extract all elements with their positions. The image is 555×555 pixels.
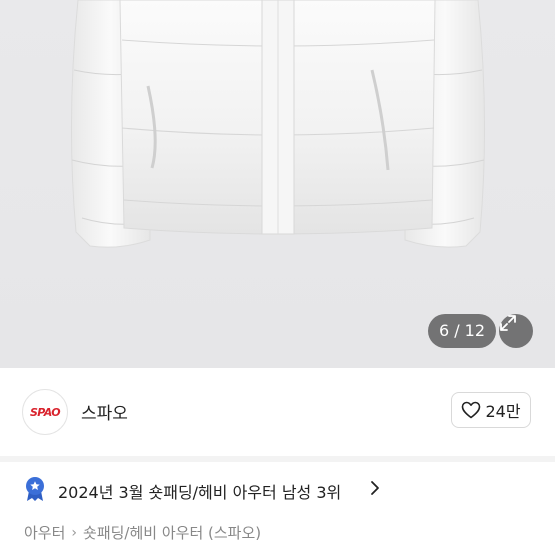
image-counter: 6 / 12 bbox=[428, 314, 496, 348]
product-image-gallery[interactable]: 6 / 12 bbox=[0, 0, 555, 368]
breadcrumb-item-short-padding[interactable]: 숏패딩/헤비 아우터 (스파오) bbox=[83, 522, 261, 543]
ribbon-star-icon bbox=[26, 477, 44, 501]
chevron-right-icon bbox=[371, 481, 379, 495]
expand-image-button[interactable] bbox=[499, 314, 533, 348]
like-count: 24만 bbox=[485, 402, 521, 421]
breadcrumb-item-outerwear[interactable]: 아우터 bbox=[24, 522, 65, 543]
seller-logo[interactable]: SPAO bbox=[22, 389, 68, 435]
ranking-banner[interactable]: 2024년 3월 숏패딩/헤비 아우터 남성 3위 bbox=[0, 462, 555, 512]
ranking-text: 2024년 3월 숏패딩/헤비 아우터 남성 3위 bbox=[58, 483, 342, 502]
expand-arrows-icon bbox=[500, 315, 516, 331]
breadcrumb: 아우터 › 숏패딩/헤비 아우터 (스파오) bbox=[24, 522, 261, 543]
seller-name[interactable]: 스파오 bbox=[81, 399, 128, 424]
seller-logo-text: SPAO bbox=[29, 405, 61, 419]
heart-outline-icon bbox=[462, 401, 481, 419]
white-puffer-jacket-image bbox=[70, 0, 486, 248]
like-button[interactable]: 24만 bbox=[451, 392, 531, 428]
seller-row[interactable]: SPAO 스파오 24만 bbox=[0, 368, 555, 456]
breadcrumb-separator-icon: › bbox=[71, 524, 78, 541]
